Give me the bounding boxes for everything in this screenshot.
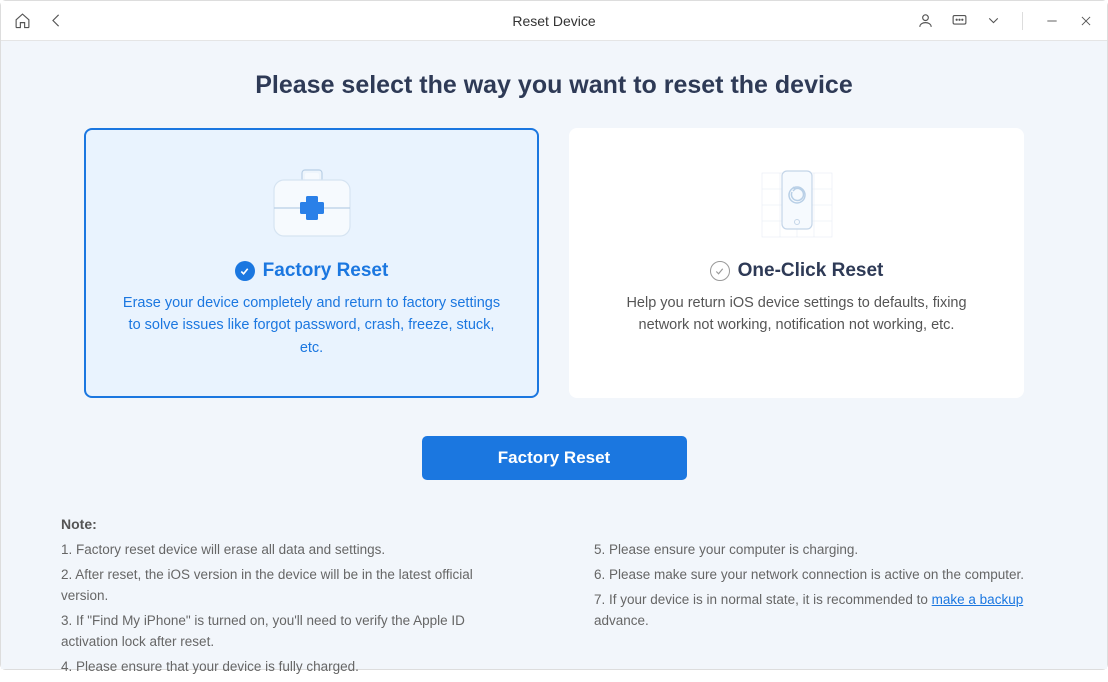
- phone-reset-icon: [752, 160, 842, 250]
- note-item: 1. Factory reset device will erase all d…: [61, 540, 514, 561]
- close-icon[interactable]: [1077, 12, 1095, 30]
- note-item: 7. If your device is in normal state, it…: [594, 590, 1047, 632]
- content-area: Please select the way you want to reset …: [1, 41, 1107, 669]
- user-icon[interactable]: [916, 12, 934, 30]
- note-item: 3. If "Find My iPhone" is turned on, you…: [61, 611, 514, 653]
- card-title: Factory Reset: [263, 260, 389, 282]
- minimize-icon[interactable]: [1043, 12, 1061, 30]
- notes-col-right: 5. Please ensure your computer is chargi…: [594, 540, 1047, 682]
- titlebar: Reset Device: [1, 1, 1107, 41]
- make-backup-link[interactable]: make a backup: [932, 592, 1024, 607]
- notes-col-left: 1. Factory reset device will erase all d…: [61, 540, 514, 682]
- card-title: One-Click Reset: [738, 260, 884, 282]
- note-item: 5. Please ensure your computer is chargi…: [594, 540, 1047, 561]
- note-item: 6. Please make sure your network connect…: [594, 565, 1047, 586]
- note-item: 4. Please ensure that your device is ful…: [61, 657, 514, 678]
- card-factory-reset[interactable]: Factory Reset Erase your device complete…: [84, 128, 539, 398]
- notes-label: Note:: [61, 516, 1047, 532]
- back-icon[interactable]: [47, 12, 65, 30]
- note-item: 2. After reset, the iOS version in the d…: [61, 565, 514, 607]
- cards-row: Factory Reset Erase your device complete…: [61, 128, 1047, 398]
- divider: [1022, 12, 1023, 30]
- window-title: Reset Device: [512, 13, 595, 29]
- check-icon: [235, 261, 255, 281]
- card-desc: Help you return iOS device settings to d…: [601, 292, 992, 337]
- card-desc: Erase your device completely and return …: [116, 292, 507, 359]
- chevron-down-icon[interactable]: [984, 12, 1002, 30]
- feedback-icon[interactable]: [950, 12, 968, 30]
- medical-kit-icon: [268, 160, 356, 250]
- factory-reset-button[interactable]: Factory Reset: [422, 436, 687, 480]
- page-title: Please select the way you want to reset …: [61, 71, 1047, 100]
- home-icon[interactable]: [13, 12, 31, 30]
- card-one-click-reset[interactable]: One-Click Reset Help you return iOS devi…: [569, 128, 1024, 398]
- check-icon: [710, 261, 730, 281]
- notes-section: Note: 1. Factory reset device will erase…: [61, 516, 1047, 682]
